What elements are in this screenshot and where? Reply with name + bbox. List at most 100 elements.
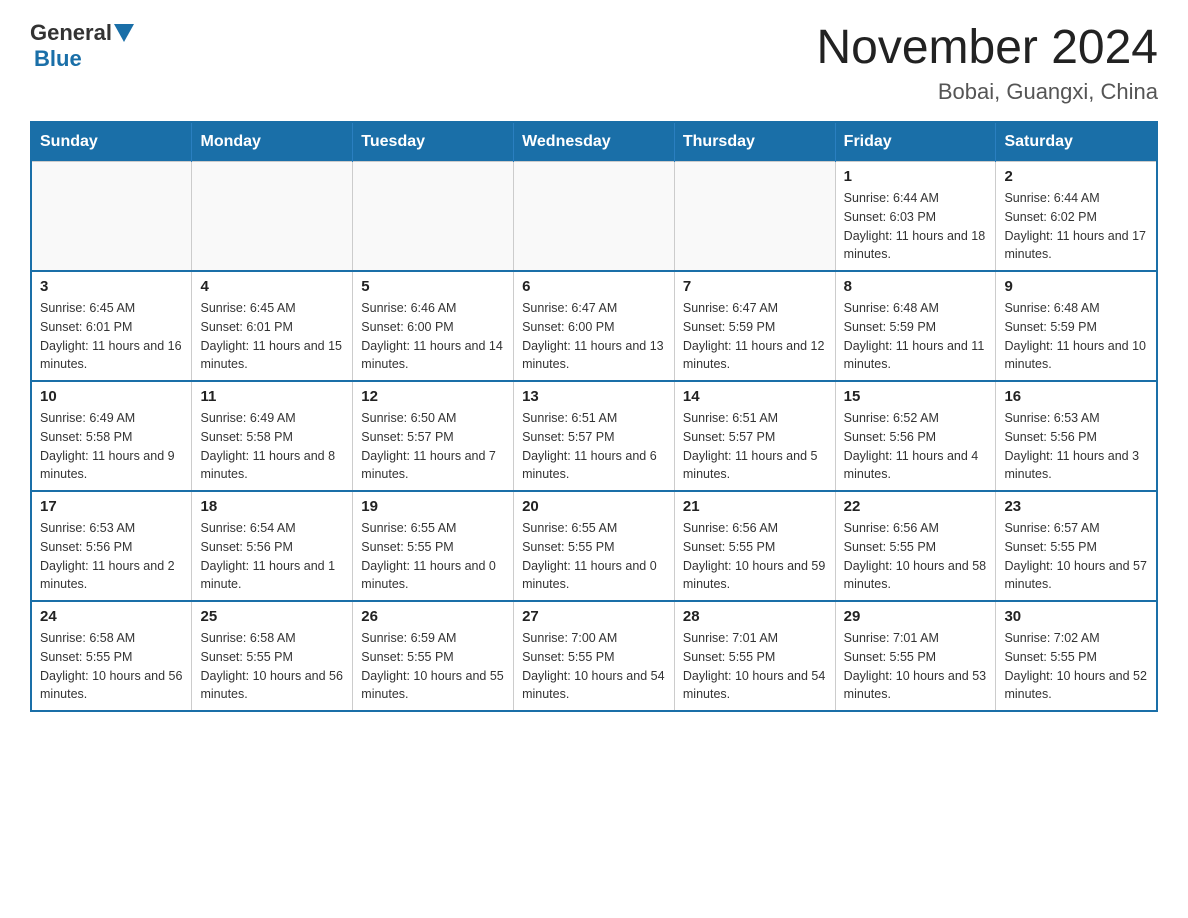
day-info-line: Daylight: 11 hours and 4 minutes.	[844, 449, 979, 482]
day-info-line: Sunrise: 6:48 AM	[844, 301, 939, 315]
day-info-line: Daylight: 11 hours and 0 minutes.	[522, 559, 657, 592]
calendar-cell: 7 Sunrise: 6:47 AMSunset: 5:59 PMDaylight…	[674, 271, 835, 381]
logo: General Blue	[30, 20, 136, 72]
day-number: 16	[1004, 388, 1148, 405]
calendar-cell	[514, 162, 675, 272]
day-info-line: Daylight: 11 hours and 5 minutes.	[683, 449, 818, 482]
calendar-cell: 8Sunrise: 6:48 AMSunset: 5:59 PMDaylight…	[835, 271, 996, 381]
day-info: Sunrise: 6:44 AMSunset: 6:03 PMDaylight:…	[844, 189, 988, 264]
day-info-line: Sunrise: 7:01 AM	[844, 631, 939, 645]
day-info-line: Sunset: 5:55 PM	[522, 650, 614, 664]
day-info-line: Daylight: 11 hours and 18 minutes.	[844, 229, 986, 262]
header-monday: Monday	[192, 122, 353, 162]
day-info: Sunrise: 6:56 AMSunset: 5:55 PMDaylight:…	[844, 519, 988, 594]
day-info-line: Daylight: 10 hours and 59 minutes.	[683, 559, 825, 592]
header-friday: Friday	[835, 122, 996, 162]
day-info-line: Daylight: 11 hours and 16 minutes.	[40, 339, 182, 372]
day-info-line: Sunrise: 7:02 AM	[1004, 631, 1099, 645]
day-info-line: Sunrise: 6:54 AM	[200, 521, 295, 535]
day-info-line: Daylight: 11 hours and 14 minutes.	[361, 339, 503, 372]
day-info-line: Daylight: 10 hours and 57 minutes.	[1004, 559, 1146, 592]
day-number: 4	[200, 278, 344, 295]
day-info-line: Sunset: 5:56 PM	[200, 540, 292, 554]
day-info: Sunrise: 6:47 AM Sunset: 6:00 PM Daylight:…	[522, 299, 666, 374]
day-info-line: Daylight: 11 hours and 3 minutes.	[1004, 449, 1139, 482]
day-info: Sunrise: 6:58 AMSunset: 5:55 PMDaylight:…	[40, 629, 183, 704]
day-info-line: Daylight: 10 hours and 56 minutes.	[200, 669, 342, 702]
day-info-line: Daylight: 10 hours and 53 minutes.	[844, 669, 986, 702]
calendar-cell: 23Sunrise: 6:57 AMSunset: 5:55 PMDayligh…	[996, 491, 1157, 601]
day-info-line: Sunset: 6:00 PM	[522, 320, 614, 334]
calendar-cell: 27Sunrise: 7:00 AMSunset: 5:55 PMDayligh…	[514, 601, 675, 711]
day-info-line: Sunset: 5:55 PM	[844, 650, 936, 664]
day-info-line: Sunset: 6:02 PM	[1004, 210, 1096, 224]
day-number: 27	[522, 608, 666, 625]
day-info-line: Sunset: 5:59 PM	[1004, 320, 1096, 334]
calendar-cell	[192, 162, 353, 272]
day-info-line: Sunset: 5:57 PM	[522, 430, 614, 444]
day-info-line: Daylight: 10 hours and 54 minutes.	[522, 669, 664, 702]
day-info-line: Sunset: 5:55 PM	[683, 540, 775, 554]
day-info-line: Daylight: 10 hours and 55 minutes.	[361, 669, 503, 702]
day-info-line: Sunrise: 6:52 AM	[844, 411, 939, 425]
day-info-line: Sunrise: 6:44 AM	[844, 191, 939, 205]
day-info-line: Sunset: 6:00 PM	[361, 320, 453, 334]
day-info: Sunrise: 6:49 AMSunset: 5:58 PMDaylight:…	[40, 409, 183, 484]
header-tuesday: Tuesday	[353, 122, 514, 162]
calendar-cell: 22 Sunrise: 6:56 AMSunset: 5:55 PMDayligh…	[835, 491, 996, 601]
calendar-cell: 16 Sunrise: 6:53 AMSunset: 5:56 PMDayligh…	[996, 381, 1157, 491]
calendar-cell: 10 Sunrise: 6:49 AMSunset: 5:58 PMDayligh…	[31, 381, 192, 491]
day-number: 11	[200, 388, 344, 405]
day-number: 1	[844, 168, 988, 185]
day-number: 5	[361, 278, 505, 295]
calendar-cell: 6Sunrise: 6:47 AMSunset: 6:00 PMDaylight…	[514, 271, 675, 381]
day-info-line: Sunrise: 6:47 AM	[522, 301, 617, 315]
day-info-line: Sunset: 6:01 PM	[200, 320, 292, 334]
day-info-line: Sunset: 5:57 PM	[683, 430, 775, 444]
day-number: 29	[844, 608, 988, 625]
day-info: Sunrise: 6:52 AM Sunset: 5:56 PM Daylight:…	[844, 409, 988, 484]
day-info: Sunrise: 6:47 AMSunset: 5:59 PMDaylight:…	[683, 299, 827, 374]
day-info-line: Daylight: 10 hours and 58 minutes.	[844, 559, 986, 592]
day-info-line: Sunset: 5:56 PM	[844, 430, 936, 444]
day-info: Sunrise: 6:45 AMSunset: 6:01 PMDaylight:…	[200, 299, 344, 374]
day-info-line: Sunset: 5:56 PM	[1004, 430, 1096, 444]
calendar-week-row: 24Sunrise: 6:58 AMSunset: 5:55 PMDayligh…	[31, 601, 1157, 711]
day-info: Sunrise: 6:46 AMSunset: 6:00 PMDaylight:…	[361, 299, 505, 374]
day-number: 7	[683, 278, 827, 295]
calendar-cell: 20Sunrise: 6:55 AMSunset: 5:55 PMDayligh…	[514, 491, 675, 601]
day-number: 13	[522, 388, 666, 405]
day-info: Sunrise: 6:53 AMSunset: 5:56 PMDaylight:…	[1004, 409, 1148, 484]
day-info-line: Sunset: 5:58 PM	[200, 430, 292, 444]
day-info: Sunrise: 6:54 AMSunset: 5:56 PMDaylight:…	[200, 519, 344, 594]
day-number: 10	[40, 388, 183, 405]
day-info-line: Daylight: 11 hours and 0 minutes.	[361, 559, 496, 592]
day-info-line: Daylight: 11 hours and 13 minutes.	[522, 339, 664, 372]
day-info-line: Sunrise: 6:50 AM	[361, 411, 456, 425]
logo-triangle-icon	[114, 24, 134, 42]
calendar-cell: 3Sunrise: 6:45 AMSunset: 6:01 PMDaylight…	[31, 271, 192, 381]
day-number: 9	[1004, 278, 1148, 295]
day-info-line: Daylight: 10 hours and 56 minutes.	[40, 669, 182, 702]
day-info-line: Sunset: 5:55 PM	[522, 540, 614, 554]
day-info: Sunrise: 6:51 AMSunset: 5:57 PMDaylight:…	[522, 409, 666, 484]
calendar-cell: 13 Sunrise: 6:51 AMSunset: 5:57 PMDayligh…	[514, 381, 675, 491]
day-info-line: Sunrise: 6:51 AM	[683, 411, 778, 425]
day-info: Sunrise: 6:55 AMSunset: 5:55 PMDaylight:…	[522, 519, 666, 594]
day-info-line: Sunrise: 6:44 AM	[1004, 191, 1099, 205]
calendar-cell: 11Sunrise: 6:49 AMSunset: 5:58 PMDayligh…	[192, 381, 353, 491]
calendar-table: SundayMondayTuesdayWednesdayThursdayFrid…	[30, 121, 1158, 712]
day-info: Sunrise: 6:45 AMSunset: 6:01 PMDaylight:…	[40, 299, 183, 374]
day-info: Sunrise: 7:01 AMSunset: 5:55 PMDaylight:…	[683, 629, 827, 704]
calendar-cell: 29 Sunrise: 7:01 AM Sunset: 5:55 PM Dayligh…	[835, 601, 996, 711]
day-info-line: Daylight: 11 hours and 15 minutes.	[200, 339, 342, 372]
day-info: Sunrise: 6:59 AMSunset: 5:55 PMDaylight:…	[361, 629, 505, 704]
calendar-cell: 4 Sunrise: 6:45 AMSunset: 6:01 PMDaylight…	[192, 271, 353, 381]
calendar-cell: 24Sunrise: 6:58 AMSunset: 5:55 PMDayligh…	[31, 601, 192, 711]
day-info: Sunrise: 6:48 AMSunset: 5:59 PMDaylight:…	[1004, 299, 1148, 374]
day-info-line: Sunset: 5:59 PM	[844, 320, 936, 334]
day-info-line: Sunset: 5:58 PM	[40, 430, 132, 444]
day-info-line: Sunset: 5:55 PM	[1004, 540, 1096, 554]
day-number: 22	[844, 498, 988, 515]
day-info-line: Sunrise: 6:45 AM	[40, 301, 135, 315]
